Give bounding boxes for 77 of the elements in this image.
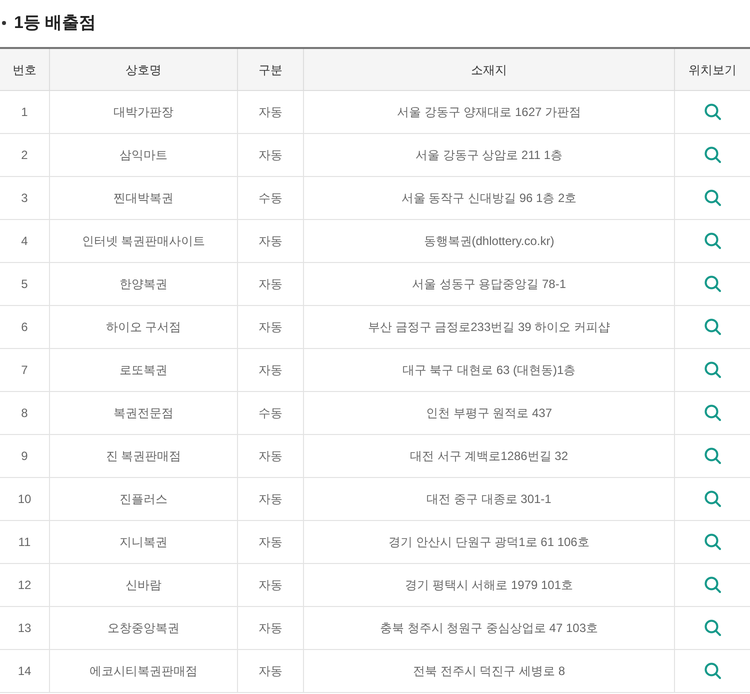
table-cell: 인천 부평구 원적로 437 [304,392,675,434]
table-cell: 경기 평택시 서해로 1979 101호 [304,564,675,606]
table-cell: 충북 청주시 청원구 중심상업로 47 103호 [304,607,675,649]
table-cell: 경기 안산시 단원구 광덕1로 61 106호 [304,521,675,563]
search-icon [704,490,722,508]
search-icon [704,275,722,293]
search-icon [704,447,722,465]
table-cell: 서울 동작구 신대방길 96 1층 2호 [304,177,675,219]
table-cell: 자동 [238,306,304,348]
search-icon [704,619,722,637]
table-cell: 신바람 [50,564,238,606]
search-icon [704,404,722,422]
table-cell: 10 [0,478,50,520]
search-icon [704,361,722,379]
table-cell: 지니복권 [50,521,238,563]
table-cell: 3 [0,177,50,219]
search-icon [704,189,722,207]
table-cell: 2 [0,134,50,176]
table-cell: 하이오 구서점 [50,306,238,348]
column-header: 구분 [238,49,304,90]
column-header: 상호명 [50,49,238,90]
table-cell: 자동 [238,91,304,133]
table-cell: 11 [0,521,50,563]
table-cell: 자동 [238,564,304,606]
table-cell: 1 [0,91,50,133]
table-cell: 자동 [238,478,304,520]
table-cell: 대박가판장 [50,91,238,133]
table-cell: 4 [0,220,50,262]
table-cell: 자동 [238,435,304,477]
table-cell: 자동 [238,650,304,692]
table-cell: 에코시티복권판매점 [50,650,238,692]
table-cell: 자동 [238,220,304,262]
table-cell: 수동 [238,177,304,219]
search-icon [704,146,722,164]
table-cell: 전북 전주시 덕진구 세병로 8 [304,650,675,692]
table-cell: 서울 강동구 양재대로 1627 가판점 [304,91,675,133]
search-icon [704,662,722,680]
table-cell: 찐대박복권 [50,177,238,219]
column-header: 위치보기 [688,62,738,78]
table-cell: 삼익마트 [50,134,238,176]
table-cell: 자동 [238,349,304,391]
table-cell: 7 [0,349,50,391]
table-cell: 자동 [238,607,304,649]
table-cell: 자동 [238,263,304,305]
table-cell: 진 복권판매점 [50,435,238,477]
table-cell: 서울 성동구 용답중앙길 78-1 [304,263,675,305]
search-icon [704,232,722,250]
bullet-icon [2,20,6,24]
table-cell: 로또복권 [50,349,238,391]
search-icon [704,576,722,594]
table-cell: 대구 북구 대현로 63 (대현동)1층 [304,349,675,391]
search-icon [704,533,722,551]
table-cell: 동행복권(dhlottery.co.kr) [304,220,675,262]
search-icon [704,318,722,336]
search-icon [704,103,722,121]
column-header: 번호 [0,49,50,90]
table-cell: 부산 금정구 금정로233번길 39 하이오 커피샵 [304,306,675,348]
section-title: 1등 배출점 [14,12,96,34]
table-cell: 8 [0,392,50,434]
table-cell: 대전 서구 계백로1286번길 32 [304,435,675,477]
table-cell: 13 [0,607,50,649]
table-cell: 대전 중구 대종로 301-1 [304,478,675,520]
table-cell: 한양복권 [50,263,238,305]
column-header: 소재지 [304,49,675,90]
table-cell: 14 [0,650,50,692]
table-cell: 진플러스 [50,478,238,520]
table-cell: 12 [0,564,50,606]
table-cell: 자동 [238,521,304,563]
table-cell: 복권전문점 [50,392,238,434]
table-cell: 자동 [238,134,304,176]
table-cell: 6 [0,306,50,348]
table-cell: 9 [0,435,50,477]
table-cell: 수동 [238,392,304,434]
table-cell: 인터넷 복권판매사이트 [50,220,238,262]
table-cell: 오창중앙복권 [50,607,238,649]
table-cell: 서울 강동구 상암로 211 1층 [304,134,675,176]
table-cell: 5 [0,263,50,305]
